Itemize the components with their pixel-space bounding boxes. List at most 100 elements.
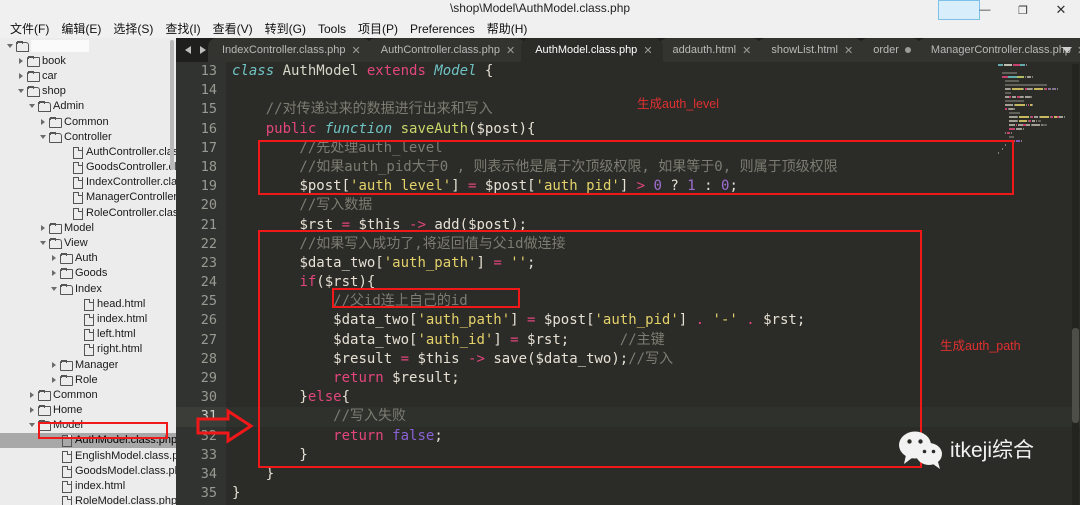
tree-item-role[interactable]: Role (0, 372, 176, 387)
tree-item-rolecontroller-class-php[interactable]: RoleController.class.php (0, 205, 176, 220)
twisty-expanded-icon[interactable] (39, 238, 49, 248)
editor-scrollbar-track[interactable] (1072, 64, 1079, 505)
code-line[interactable]: if($rst){ (226, 273, 1080, 292)
code-line[interactable]: //如果auth_pid大于0 , 则表示他是属于次顶级权限, 如果等于0, 则… (226, 158, 1080, 177)
menu-item-selection[interactable]: 选择(S) (107, 20, 159, 38)
twisty-expanded-icon[interactable] (39, 132, 49, 142)
tree-item-managercontroller-class[interactable]: ManagerController.class (0, 190, 176, 205)
tree-item-index[interactable]: Index (0, 281, 176, 296)
menu-item-preferences[interactable]: Preferences (404, 20, 481, 38)
twisty-collapsed-icon[interactable] (17, 71, 27, 81)
tab-close-icon[interactable]: ✕ (643, 44, 652, 57)
editor-tab-order[interactable]: order (859, 38, 921, 62)
editor-tab-addauth-html[interactable]: addauth.html ✕ (658, 38, 762, 62)
code-line[interactable]: } (226, 484, 1080, 503)
twisty-collapsed-icon[interactable] (50, 253, 60, 263)
tree-item-manager[interactable]: Manager (0, 357, 176, 372)
twisty-collapsed-icon[interactable] (50, 360, 60, 370)
menu-item-find[interactable]: 查找(I) (159, 20, 206, 38)
restore-icon[interactable]: ❐ (1004, 0, 1042, 20)
editor-tab-authmodel-class-php[interactable]: AuthModel.class.php ✕ (521, 38, 663, 62)
menu-item-view[interactable]: 查看(V) (207, 20, 259, 38)
twisty-collapsed-icon[interactable] (28, 390, 38, 400)
twisty-collapsed-icon[interactable] (28, 405, 38, 415)
tab-overflow-chevron-down-icon[interactable] (1058, 38, 1076, 62)
tree-item-goodscontroller-class-ph[interactable]: GoodsController.class.ph (0, 160, 176, 175)
twisty-expanded-icon[interactable] (50, 284, 60, 294)
code-minimap[interactable] (998, 64, 1070, 174)
code-line[interactable]: return $result; (226, 369, 1080, 388)
menu-item-help[interactable]: 帮助(H) (481, 20, 534, 38)
code-line[interactable]: //如果写入成功了,将返回值与父id做连接 (226, 235, 1080, 254)
tree-item-auth[interactable]: Auth (0, 251, 176, 266)
editor-scrollbar-thumb[interactable] (1072, 328, 1079, 423)
twisty-collapsed-icon[interactable] (39, 117, 49, 127)
tab-close-icon[interactable]: ✕ (352, 44, 361, 57)
tab-prev-arrow-icon[interactable] (184, 45, 193, 55)
tree-item-admin[interactable]: Admin (0, 99, 176, 114)
tree-item-left-html[interactable]: left.html (0, 327, 176, 342)
tree-item-goodsmodel-class-php[interactable]: GoodsModel.class.php (0, 463, 176, 478)
editor-tabs[interactable]: IndexController.class.php ✕ AuthController… (208, 38, 1080, 62)
tree-item-englishmodel-class-php[interactable]: EnglishModel.class.php (0, 448, 176, 463)
tree-item-model[interactable]: Model (0, 418, 176, 433)
sidebar-scrollbar[interactable] (170, 40, 174, 170)
tree-item-common[interactable]: Common (0, 114, 176, 129)
editor-tab-showlist-html[interactable]: showList.html ✕ (757, 38, 864, 62)
twisty-expanded-icon[interactable] (28, 420, 38, 430)
code-line[interactable]: //先处理auth_level (226, 139, 1080, 158)
menu-item-file[interactable]: 文件(F) (4, 20, 55, 38)
code-line[interactable]: $post['auth_level'] = $post['auth_pid'] … (226, 177, 1080, 196)
close-icon[interactable]: ✕ (1042, 0, 1080, 20)
code-line[interactable]: //写入数据 (226, 196, 1080, 215)
minimize-icon[interactable]: — (966, 0, 1004, 20)
tree-item-authmodel-class-php[interactable]: AuthModel.class.php (0, 432, 176, 449)
twisty-collapsed-icon[interactable] (17, 56, 27, 66)
twisty-expanded-icon[interactable] (28, 101, 38, 111)
tab-close-icon[interactable]: ✕ (844, 44, 853, 57)
tree-item-view[interactable]: View (0, 235, 176, 250)
twisty-collapsed-icon[interactable] (50, 268, 60, 278)
editor-tab-indexcontroller-class-php[interactable]: IndexController.class.php ✕ (208, 38, 371, 62)
tree-item-car[interactable]: car (0, 68, 176, 83)
tab-next-arrow-icon[interactable] (199, 45, 208, 55)
tree-item-index-html[interactable]: index.html (0, 311, 176, 326)
tree-item-authcontroller-class-php[interactable]: AuthController.class.php (0, 144, 176, 159)
tree-item-index-html[interactable]: index.html (0, 478, 176, 494)
code-line[interactable]: //父id连上自己的id (226, 292, 1080, 311)
menu-item-project[interactable]: 项目(P) (352, 20, 404, 38)
editor-tab-managercontroller-class-php[interactable]: ManagerController.class.php✕ (916, 38, 1080, 62)
tree-item-goods[interactable]: Goods (0, 266, 176, 281)
code-line[interactable]: public function saveAuth($post){ (226, 120, 1080, 139)
tree-item-right-html[interactable]: right.html (0, 342, 176, 357)
code-line[interactable]: }else{ (226, 388, 1080, 407)
twisty-expanded-icon[interactable] (17, 86, 27, 96)
menu-item-goto[interactable]: 转到(G) (259, 20, 312, 38)
tab-close-icon[interactable]: ✕ (506, 44, 515, 57)
tab-modified-dot-icon[interactable] (904, 47, 911, 53)
tree-item-common[interactable]: Common (0, 387, 176, 402)
tree-item-home[interactable]: Home (0, 403, 176, 418)
code-line[interactable]: class AuthModel extends Model { (226, 62, 1080, 81)
twisty-collapsed-icon[interactable] (50, 375, 60, 385)
code-line[interactable]: $rst = $this -> add($post); (226, 216, 1080, 235)
file-tree-sidebar[interactable]: book car shop Admin Common Controller AuthCont… (0, 38, 176, 505)
menu-item-edit[interactable]: 编辑(E) (55, 20, 107, 38)
code-line[interactable]: $data_two['auth_path'] = ''; (226, 254, 1080, 273)
tab-close-icon[interactable]: ✕ (742, 44, 751, 57)
tree-item-book[interactable]: book (0, 53, 176, 68)
file-tree[interactable]: book car shop Admin Common Controller AuthCont… (0, 38, 176, 505)
tree-item-head-html[interactable]: head.html (0, 296, 176, 311)
tree-item-root[interactable] (0, 38, 176, 53)
editor-tab-authcontroller-class-php[interactable]: AuthController.class.php ✕ (366, 38, 526, 62)
twisty-collapsed-icon[interactable] (39, 223, 49, 233)
code-line[interactable]: //写入失败 (226, 407, 1080, 427)
tree-item-controller[interactable]: Controller (0, 129, 176, 144)
tree-item-shop[interactable]: shop (0, 84, 176, 99)
tree-item-model[interactable]: Model (0, 220, 176, 235)
menu-item-tools[interactable]: Tools (312, 20, 352, 38)
tree-item-indexcontroller-class-php[interactable]: IndexController.class.php (0, 175, 176, 190)
code-line[interactable]: $data_two['auth_path'] = $post['auth_pid… (226, 311, 1080, 330)
tree-item-rolemodel-class-php[interactable]: RoleModel.class.php (0, 494, 176, 505)
twisty-expanded-icon[interactable] (6, 41, 16, 51)
